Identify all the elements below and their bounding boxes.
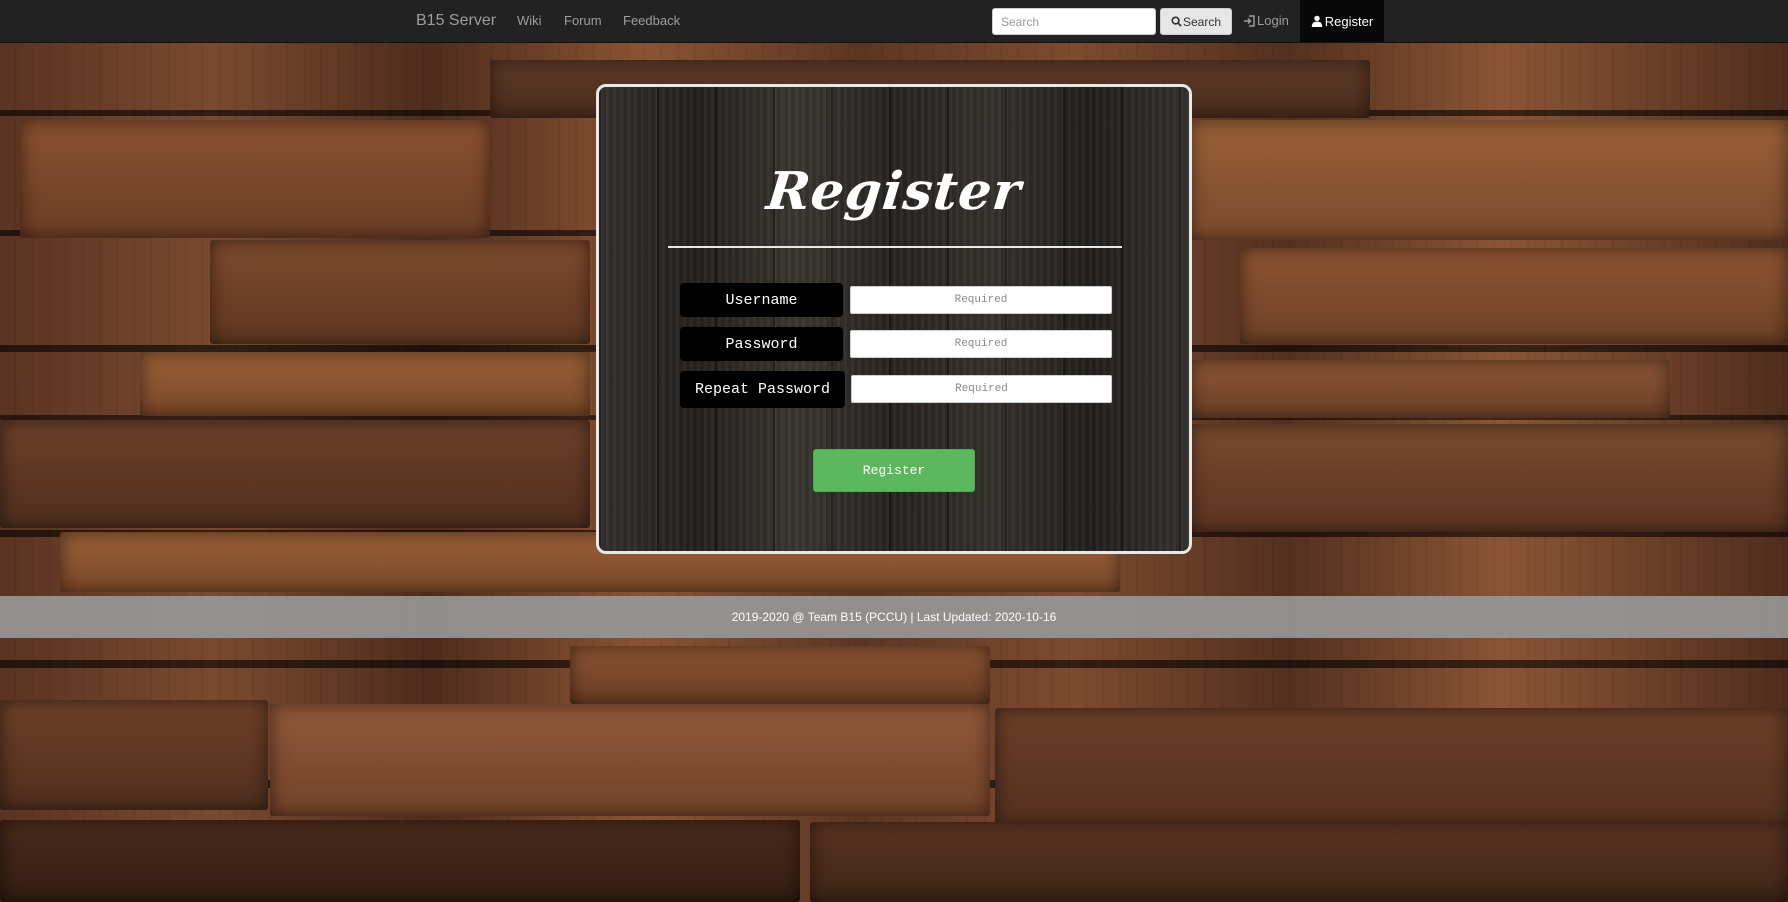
wood-plank (20, 120, 490, 238)
repeat-password-input[interactable] (851, 375, 1112, 403)
search-icon (1171, 16, 1182, 27)
nav-register-link[interactable]: Register (1300, 0, 1384, 42)
wood-plank (1240, 248, 1788, 344)
search-button[interactable]: Search (1160, 8, 1232, 35)
login-label: Login (1257, 13, 1289, 28)
footer: 2019-2020 @ Team B15 (PCCU) | Last Updat… (0, 596, 1788, 638)
wood-plank (1190, 120, 1788, 240)
wood-plank (995, 708, 1788, 828)
username-label: Username (680, 283, 843, 317)
wood-plank (0, 420, 590, 528)
wood-plank (1190, 360, 1670, 418)
title-divider (668, 246, 1122, 248)
search-input[interactable] (992, 8, 1156, 35)
username-input[interactable] (850, 286, 1112, 314)
password-label: Password (680, 327, 843, 361)
register-submit-button[interactable]: Register (813, 449, 975, 492)
repeat-password-label: Repeat Password (680, 371, 845, 408)
wood-plank (0, 700, 268, 810)
footer-text: 2019-2020 @ Team B15 (PCCU) | Last Updat… (731, 610, 1057, 624)
wood-plank (0, 820, 800, 902)
nav-link-forum[interactable]: Forum (564, 13, 602, 28)
nav-link-feedback[interactable]: Feedback (623, 13, 680, 28)
wood-plank (1190, 424, 1788, 532)
wood-plank (210, 240, 590, 344)
wood-plank (810, 822, 1788, 902)
login-link[interactable]: Login (1243, 13, 1289, 28)
wood-plank (570, 646, 990, 704)
navbar: B15 Server Wiki Forum Feedback Search Lo… (0, 0, 1788, 43)
wood-plank (270, 704, 990, 816)
search-button-label: Search (1182, 14, 1222, 29)
password-input[interactable] (850, 330, 1112, 358)
nav-register-label: Register (1324, 13, 1374, 29)
user-icon (1311, 15, 1322, 27)
login-icon (1244, 14, 1255, 27)
brand-link[interactable]: B15 Server (416, 12, 496, 30)
nav-link-wiki[interactable]: Wiki (517, 13, 542, 28)
register-title: Register (763, 161, 1025, 222)
register-panel: Register Username Password Repeat Passwo… (596, 84, 1192, 554)
wood-plank (140, 352, 590, 416)
